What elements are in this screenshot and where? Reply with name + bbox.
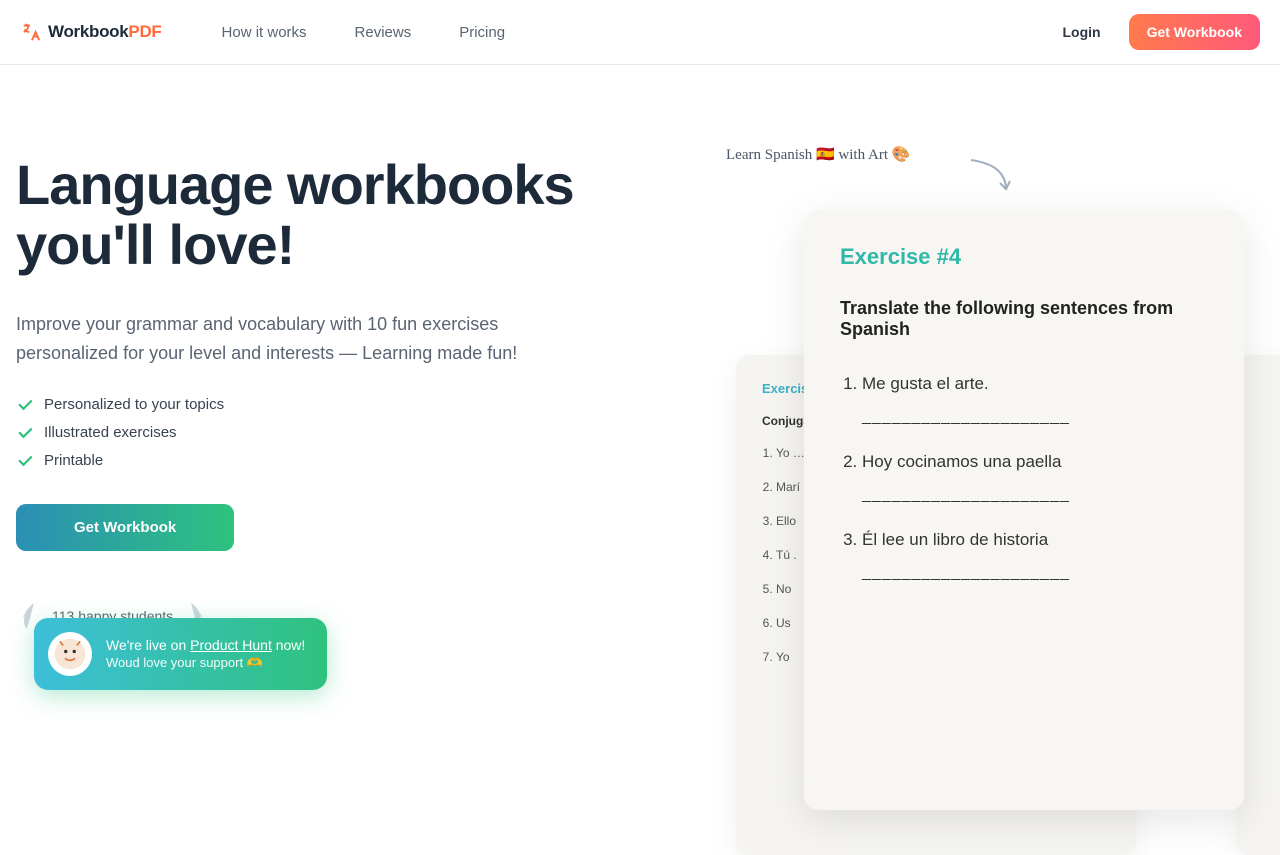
translate-icon <box>20 21 42 43</box>
answer-blank: _____________________ <box>862 408 1208 426</box>
preview-card-front: Exercise #4 Translate the following sent… <box>804 210 1244 810</box>
toast-line1: We're live on Product Hunt now! <box>106 637 305 653</box>
answer-blank: _____________________ <box>862 486 1208 504</box>
nav-reviews[interactable]: Reviews <box>355 24 412 41</box>
preview-area: Learn Spanish 🇪🇸 with Art 🎨 Exercise Con… <box>676 155 1264 631</box>
get-workbook-button-hero[interactable]: Get Workbook <box>16 504 234 551</box>
feature-item: Personalized to your topics <box>16 396 636 414</box>
logo-text: WorkbookPDF <box>48 22 162 42</box>
hero-section: Language workbooks you'll love! Improve … <box>0 65 1280 631</box>
logo[interactable]: WorkbookPDF <box>20 21 162 43</box>
nav-pricing[interactable]: Pricing <box>459 24 505 41</box>
toast-text: We're live on Product Hunt now! Woud lov… <box>106 637 305 671</box>
check-icon <box>16 452 34 470</box>
get-workbook-button-header[interactable]: Get Workbook <box>1129 14 1260 50</box>
feature-item: Printable <box>16 452 636 470</box>
list-item: Me gusta el arte. _____________________ <box>862 374 1208 426</box>
main-nav: How it works Reviews Pricing <box>222 24 506 41</box>
handwritten-label: Learn Spanish 🇪🇸 with Art 🎨 <box>726 145 910 164</box>
feature-list: Personalized to your topics Illustrated … <box>16 396 636 470</box>
product-hunt-toast[interactable]: We're live on Product Hunt now! Woud lov… <box>34 618 327 690</box>
arrow-icon <box>966 155 1016 195</box>
answer-blank: _____________________ <box>862 564 1208 582</box>
exercise-instruction: Translate the following sentences from S… <box>840 298 1208 340</box>
feature-item: Illustrated exercises <box>16 424 636 442</box>
hero-left: Language workbooks you'll love! Improve … <box>16 155 636 631</box>
page-title: Language workbooks you'll love! <box>16 155 636 276</box>
nav-how-it-works[interactable]: How it works <box>222 24 307 41</box>
product-hunt-icon <box>48 632 92 676</box>
hero-subtitle: Improve your grammar and vocabulary with… <box>16 310 546 368</box>
check-icon <box>16 424 34 442</box>
product-hunt-link[interactable]: Product Hunt <box>190 637 272 653</box>
check-icon <box>16 396 34 414</box>
exercise-title: Exercise #4 <box>840 244 1208 270</box>
header: WorkbookPDF How it works Reviews Pricing… <box>0 0 1280 65</box>
exercise-list: Me gusta el arte. _____________________ … <box>862 374 1208 582</box>
list-item: Él lee un libro de historia ____________… <box>862 530 1208 582</box>
list-item: Hoy cocinamos una paella _______________… <box>862 452 1208 504</box>
toast-line2: Woud love your support 🫶 <box>106 655 305 671</box>
login-link[interactable]: Login <box>1062 24 1100 40</box>
